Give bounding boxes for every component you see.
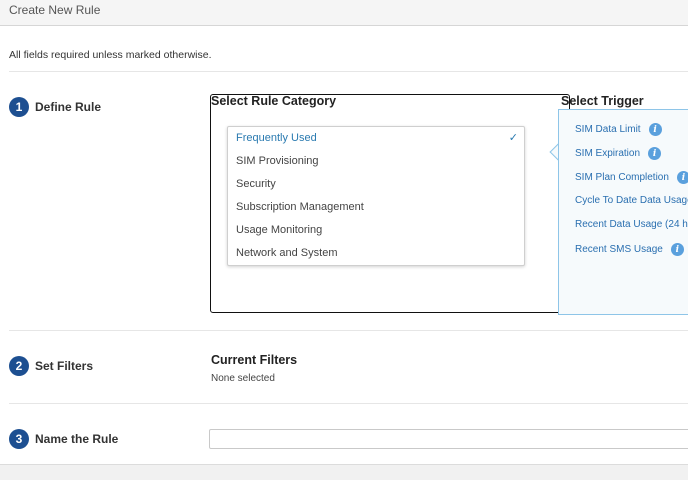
current-filters-title: Current Filters <box>211 353 298 367</box>
category-option-label: Frequently Used <box>236 132 317 144</box>
trigger-sim-plan-completion[interactable]: SIM Plan Completion i <box>575 171 688 184</box>
step-define-rule: 1 Define Rule <box>9 97 101 117</box>
trigger-label: SIM Plan Completion <box>575 172 669 183</box>
trigger-panel: SIM Data Limit i SIM Expiration i SIM Pl… <box>558 109 688 315</box>
divider <box>9 330 688 331</box>
trigger-label: SIM Data Limit <box>575 124 641 135</box>
category-title: Select Rule Category <box>211 94 337 108</box>
category-option-usage-monitoring[interactable]: Usage Monitoring <box>228 219 524 242</box>
current-filters-value: None selected <box>211 373 275 384</box>
page-title: Create New Rule <box>9 3 101 17</box>
category-option-sim-provisioning[interactable]: SIM Provisioning <box>228 150 524 173</box>
info-icon[interactable]: i <box>648 147 662 160</box>
step-number-badge: 2 <box>9 356 29 376</box>
step-set-filters: 2 Set Filters <box>9 356 93 376</box>
divider <box>9 403 688 404</box>
step-label: Name the Rule <box>35 432 119 446</box>
category-dropdown[interactable]: Frequently Used ✓ SIM Provisioning Secur… <box>227 126 525 266</box>
step-name-rule: 3 Name the Rule <box>9 429 118 449</box>
category-option-subscription-management[interactable]: Subscription Management <box>228 196 524 219</box>
trigger-label: SIM Expiration <box>575 148 641 159</box>
category-option-network-and-system[interactable]: Network and System <box>228 242 524 265</box>
rule-name-input[interactable] <box>209 429 688 449</box>
info-icon[interactable]: i <box>648 123 662 136</box>
footer-bar <box>0 464 688 480</box>
required-note: All fields required unless marked otherw… <box>9 49 212 61</box>
divider <box>9 71 688 72</box>
info-icon[interactable]: i <box>676 171 688 184</box>
trigger-label: Recent SMS Usage <box>575 244 663 255</box>
info-icon[interactable]: i <box>670 243 684 256</box>
category-option-security[interactable]: Security <box>228 173 524 196</box>
category-option-frequently-used[interactable]: Frequently Used ✓ <box>228 127 524 150</box>
trigger-cycle-to-date-data-usage[interactable]: Cycle To Date Data Usage <box>575 195 688 206</box>
step-label: Define Rule <box>35 100 102 114</box>
trigger-label: Recent Data Usage (24 hours) <box>575 219 688 230</box>
trigger-label: Cycle To Date Data Usage <box>575 195 688 206</box>
trigger-title: Select Trigger <box>561 94 644 108</box>
trigger-recent-sms-usage[interactable]: Recent SMS Usage i <box>575 243 684 256</box>
step-number-badge: 3 <box>9 429 29 449</box>
trigger-recent-data-usage[interactable]: Recent Data Usage (24 hours) <box>575 219 688 230</box>
step-number-badge: 1 <box>9 97 29 117</box>
trigger-sim-data-limit[interactable]: SIM Data Limit i <box>575 123 662 136</box>
header-bar: Create New Rule <box>0 0 688 26</box>
checkmark-icon: ✓ <box>508 132 518 144</box>
step-label: Set Filters <box>35 359 94 373</box>
trigger-sim-expiration[interactable]: SIM Expiration i <box>575 147 662 160</box>
